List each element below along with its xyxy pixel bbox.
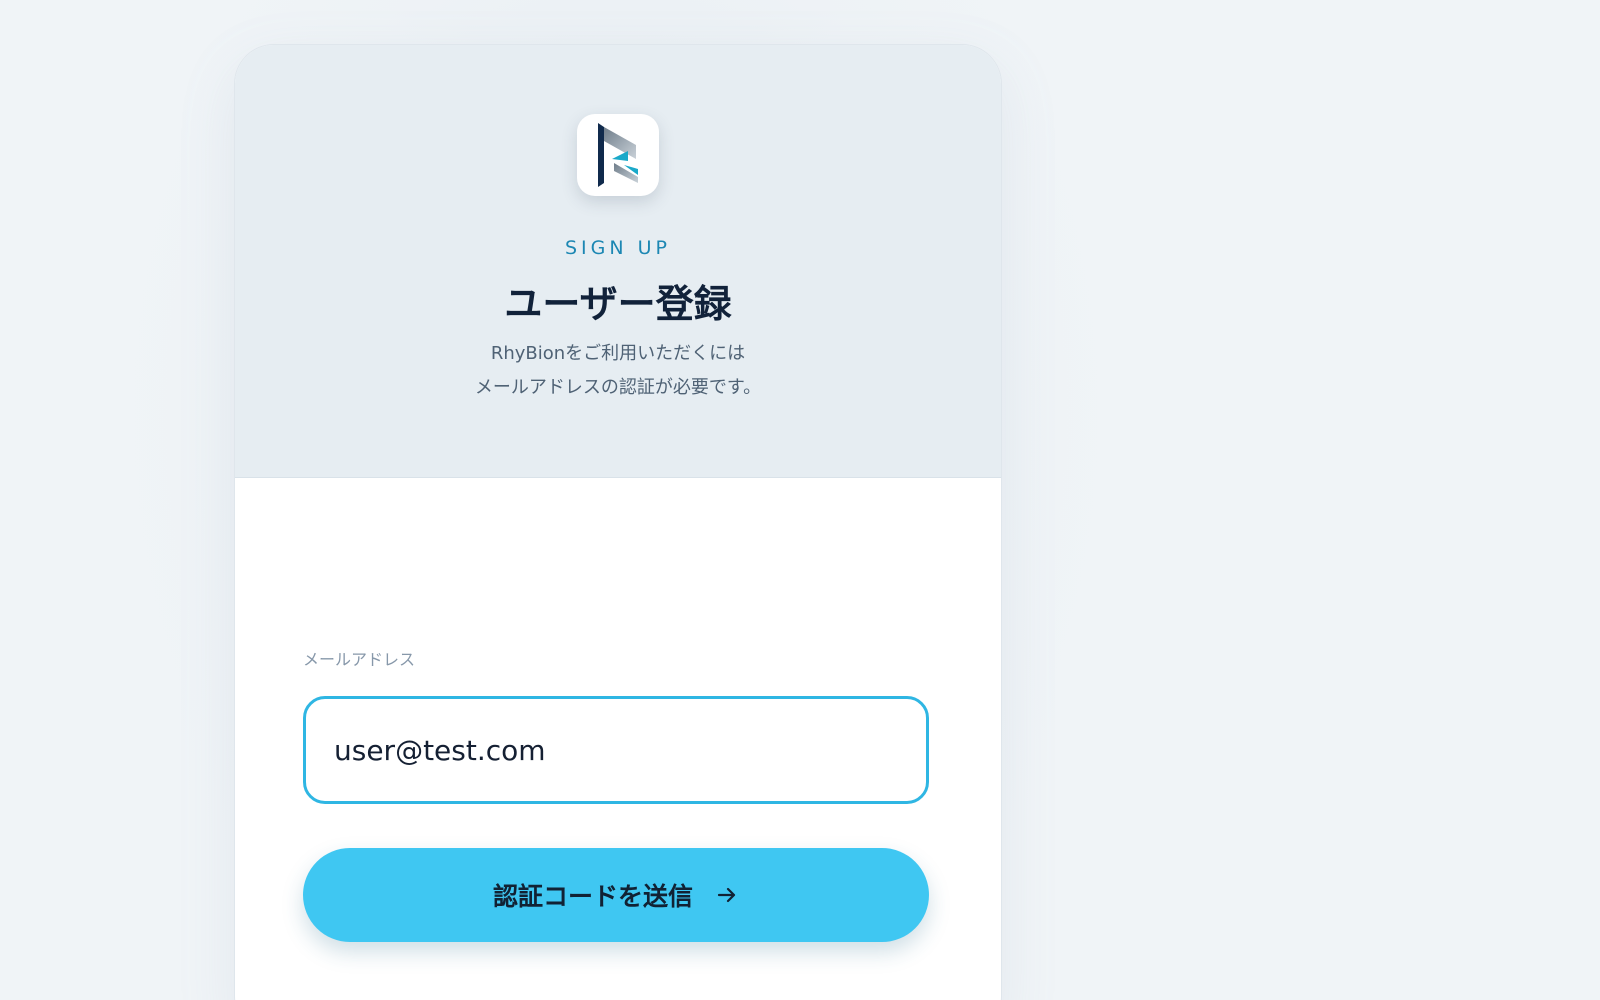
subtitle-line-2: メールアドレスの認証が必要です。 bbox=[474, 377, 762, 398]
email-field[interactable] bbox=[303, 696, 929, 804]
page-subtitle: RhyBionをご利用いただくには メールアドレスの認証が必要です。 bbox=[235, 337, 1001, 405]
page-title: ユーザー登録 bbox=[504, 282, 732, 326]
signup-eyebrow: SIGN UP bbox=[564, 237, 671, 259]
signup-card: SIGN UP ユーザー登録 RhyBionをご利用いただくには メールアドレス… bbox=[234, 44, 1002, 1000]
rhybion-logo-icon bbox=[577, 114, 659, 196]
subtitle-line-1: RhyBionをご利用いただくには bbox=[490, 343, 746, 364]
send-code-button[interactable]: 認証コードを送信 bbox=[303, 848, 929, 942]
logo-mark bbox=[598, 123, 638, 187]
arrow-right-icon bbox=[717, 887, 736, 903]
email-field-label: メールアドレス bbox=[303, 650, 416, 669]
card-header: SIGN UP ユーザー登録 RhyBionをご利用いただくには メールアドレス… bbox=[235, 45, 1001, 478]
signup-page: SIGN UP ユーザー登録 RhyBionをご利用いただくには メールアドレス… bbox=[0, 0, 1600, 1000]
send-code-button-label: 認証コードを送信 bbox=[492, 882, 693, 911]
